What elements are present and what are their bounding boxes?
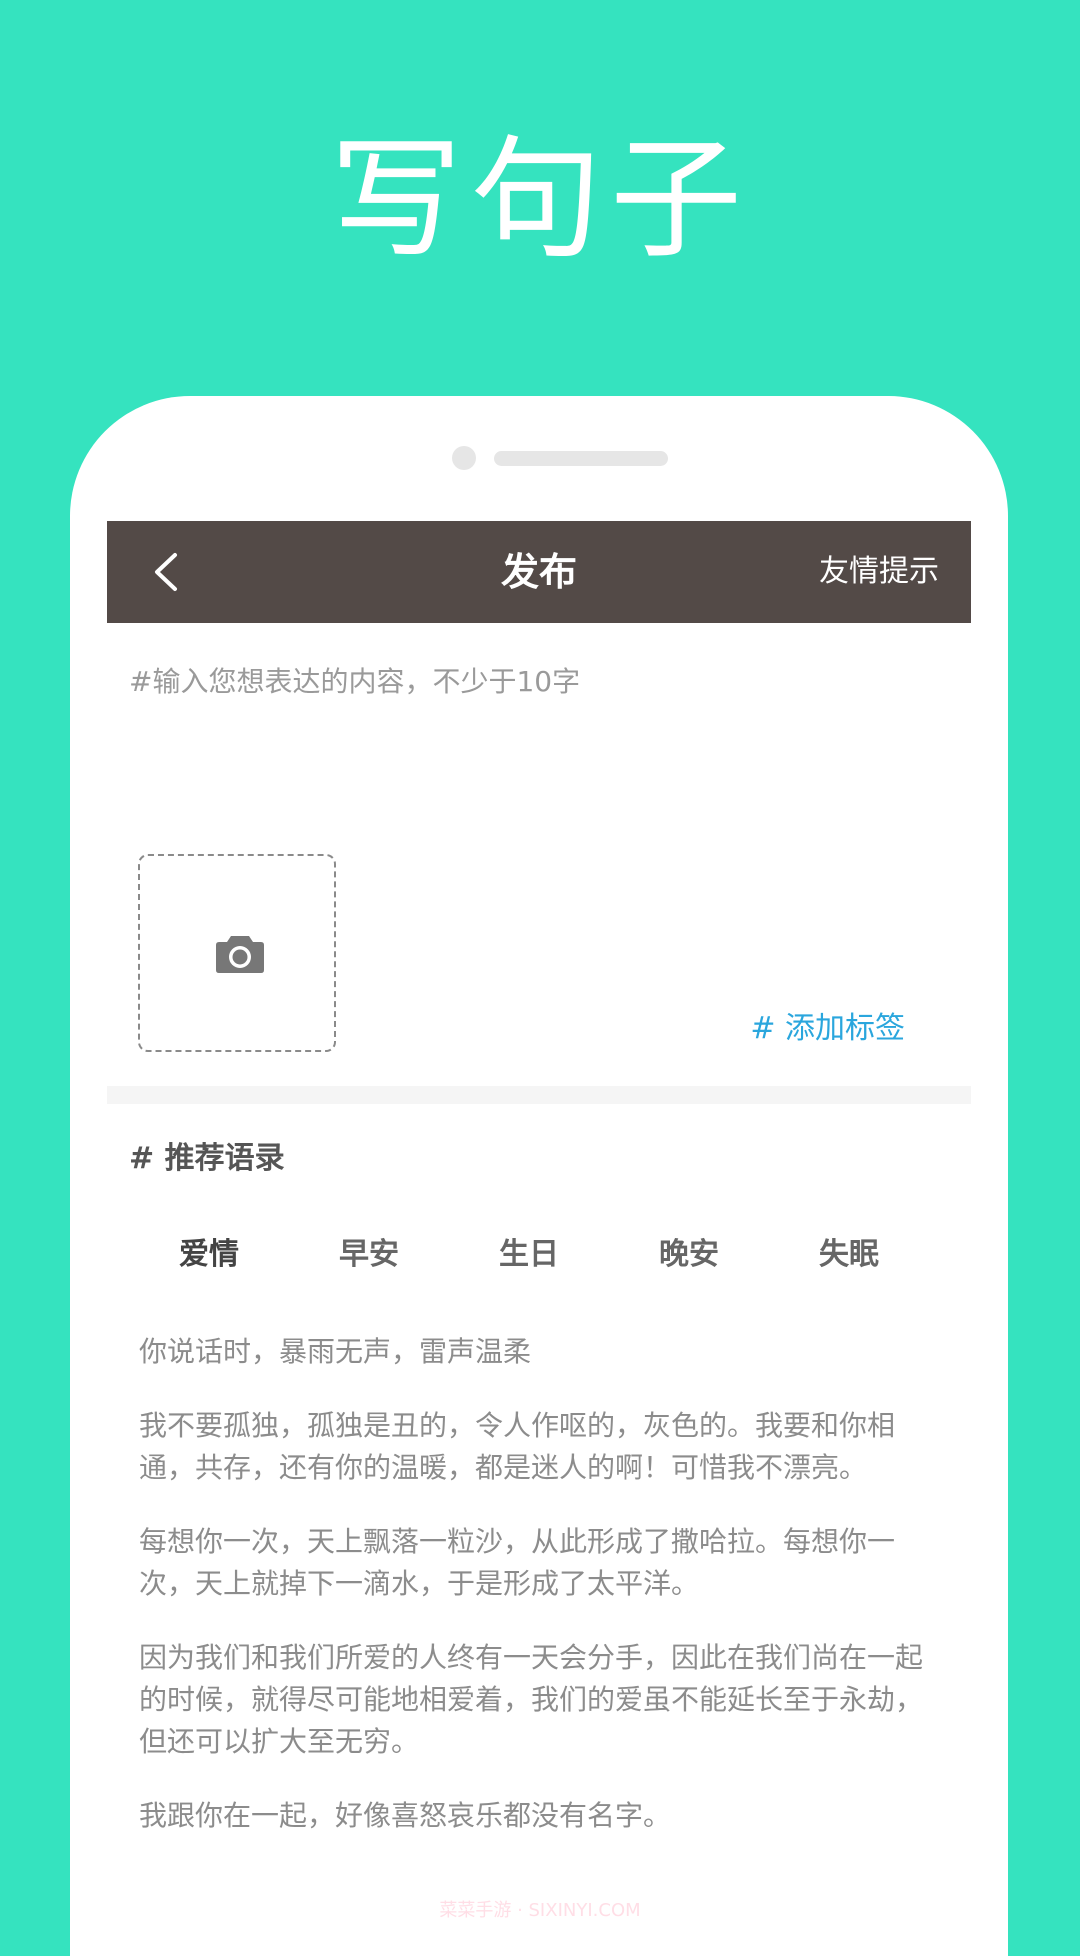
tab-effort[interactable]: 努 — [929, 1229, 971, 1273]
quote-item[interactable]: 你说话时，暴雨无声，雷声温柔 — [139, 1331, 949, 1373]
phone-speaker — [494, 451, 668, 466]
quote-list: 你说话时，暴雨无声，雷声温柔 我不要孤独，孤独是丑的，令人作呕的，灰色的。我要和… — [139, 1331, 949, 1869]
watermark-text: 菜菜手游 · SIXINYI.COM — [439, 1900, 641, 1921]
recommend-section-title: # 推荐语录 — [129, 1141, 285, 1176]
tips-button[interactable]: 友情提示 — [819, 521, 939, 623]
phone-frame: 发布 友情提示 # 添加标签 # 推荐语录 爱情早安生日晚安失眠努 你说话时，暴… — [70, 396, 1008, 1956]
quote-item[interactable]: 因为我们和我们所爱的人终有一天会分手，因此在我们尚在一起的时候，就得尽可能地相爱… — [139, 1637, 949, 1763]
app-screen: 发布 友情提示 # 添加标签 # 推荐语录 爱情早安生日晚安失眠努 你说话时，暴… — [107, 521, 971, 1956]
quote-item[interactable]: 我不要孤独，孤独是丑的，令人作呕的，灰色的。我要和你相通，共存，还有你的温暖，都… — [139, 1405, 949, 1489]
tab-good-night[interactable]: 晚安 — [609, 1229, 769, 1273]
phone-camera-dot — [452, 446, 476, 470]
tab-love[interactable]: 爱情 — [129, 1229, 289, 1273]
add-tag-button[interactable]: # 添加标签 — [750, 1003, 905, 1047]
quote-item[interactable]: 每想你一次，天上飘落一粒沙，从此形成了撒哈拉。每想你一次，天上就掉下一滴水，于是… — [139, 1521, 949, 1605]
content-input[interactable] — [129, 656, 949, 706]
add-photo-button[interactable] — [138, 854, 336, 1052]
nav-bar: 发布 友情提示 — [107, 521, 971, 623]
quote-item[interactable]: 我跟你在一起，好像喜怒哀乐都没有名字。 — [139, 1795, 949, 1837]
tab-insomnia[interactable]: 失眠 — [769, 1229, 929, 1273]
tab-good-morning[interactable]: 早安 — [289, 1229, 449, 1273]
category-tabs: 爱情早安生日晚安失眠努 — [129, 1229, 971, 1279]
tab-birthday[interactable]: 生日 — [449, 1229, 609, 1273]
section-divider — [107, 1086, 971, 1104]
camera-icon — [215, 932, 265, 974]
headline-title: 写句子 — [330, 123, 750, 277]
